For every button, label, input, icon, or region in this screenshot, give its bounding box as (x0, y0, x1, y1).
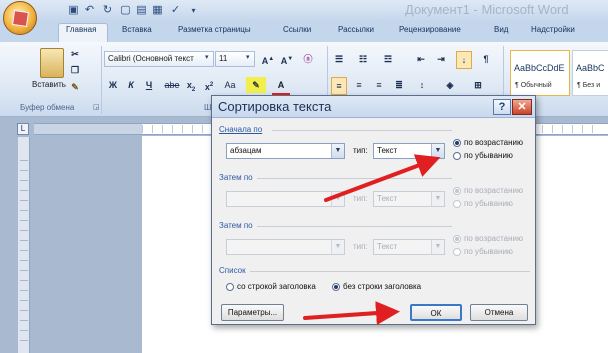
annotation-arrows (303, 154, 441, 326)
arrow-to-ascending (324, 154, 441, 202)
arrow-to-ok (303, 301, 400, 326)
